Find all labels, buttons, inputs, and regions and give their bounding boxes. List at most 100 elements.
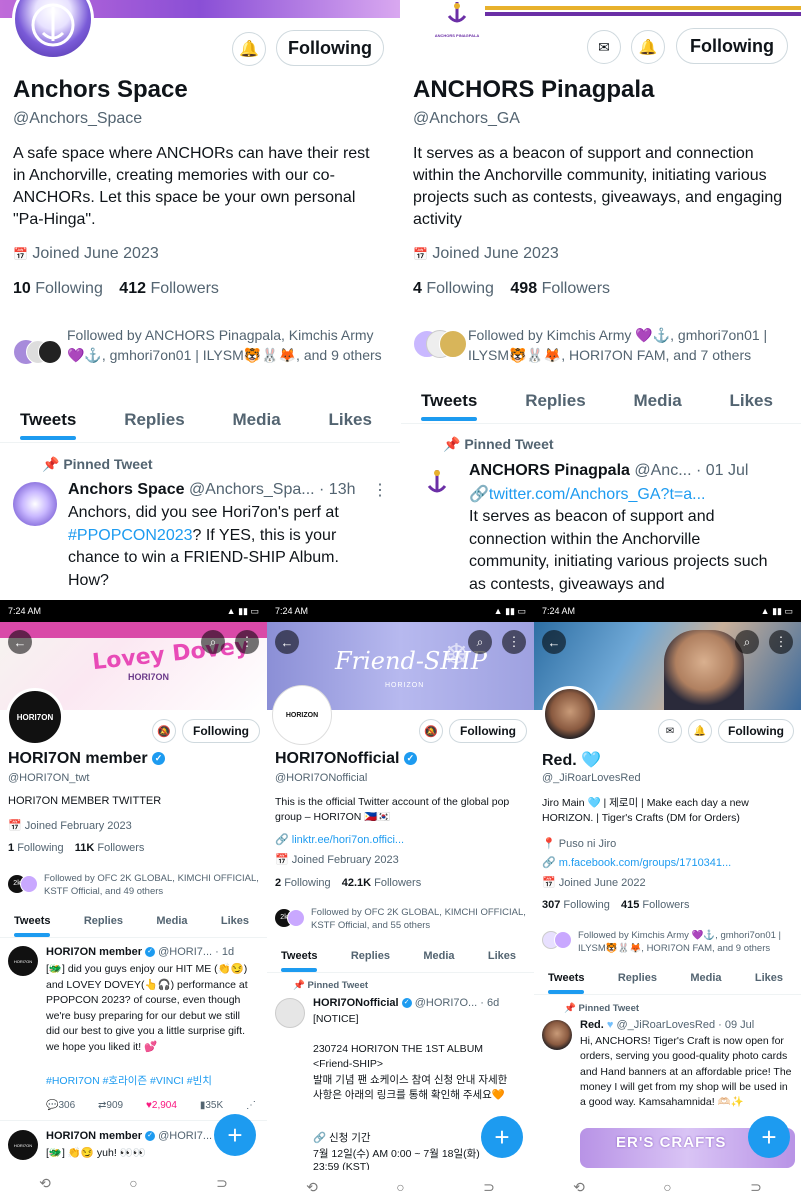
- notifications-bell-button[interactable]: 🔕: [152, 719, 176, 743]
- following-button[interactable]: Following: [182, 719, 260, 743]
- bell-muted-icon: 🔕: [157, 725, 171, 738]
- followed-by-text[interactable]: Followed by Kimchis Army 💜⚓, gmhori7on01…: [468, 325, 793, 365]
- compose-tweet-button[interactable]: +: [748, 1116, 790, 1158]
- back-button[interactable]: ←: [275, 630, 299, 654]
- blue-heart-icon: ♥: [606, 1019, 614, 1031]
- tweet-avatar[interactable]: [542, 1020, 572, 1050]
- followers-count[interactable]: 42.1K Followers: [342, 877, 422, 889]
- tab-tweets[interactable]: Tweets: [421, 391, 478, 421]
- tab-likes[interactable]: Likes: [221, 915, 249, 927]
- home-icon[interactable]: ○: [663, 1179, 671, 1195]
- notifications-bell-button[interactable]: 🔔: [232, 32, 266, 66]
- tab-likes[interactable]: Likes: [755, 972, 783, 984]
- back-button[interactable]: ←: [542, 630, 566, 654]
- following-button[interactable]: Following: [718, 719, 794, 743]
- tab-tweets[interactable]: Tweets: [281, 950, 318, 972]
- followed-by-text[interactable]: Followed by OFC 2K GLOBAL, KIMCHI OFFICI…: [311, 906, 529, 932]
- search-button[interactable]: ⌕: [468, 630, 492, 654]
- more-button[interactable]: ⋮: [235, 630, 259, 654]
- tab-media[interactable]: Media: [156, 915, 187, 927]
- profile-avatar[interactable]: [12, 0, 94, 60]
- home-icon[interactable]: ○: [129, 1175, 137, 1191]
- tweet-korean: 발매 기념 팬 쇼케이스 참여 신청 안내 자세한 사항은 아래의 링크를 통해…: [313, 1074, 508, 1101]
- search-button[interactable]: ⌕: [735, 630, 759, 654]
- home-icon[interactable]: ○: [396, 1179, 404, 1195]
- followed-by-text[interactable]: Followed by ANCHORS Pinagpala, Kimchis A…: [67, 325, 387, 365]
- following-count[interactable]: 307 Following: [542, 899, 610, 911]
- pinned-label: 📌 Pinned Tweet: [293, 980, 369, 991]
- tweet-avatar[interactable]: [417, 466, 457, 502]
- tab-media[interactable]: Media: [423, 950, 454, 962]
- following-count[interactable]: 2 Following: [275, 877, 331, 889]
- profile-avatar[interactable]: ANCHORS PINAGPALA: [429, 0, 485, 40]
- tab-replies[interactable]: Replies: [618, 972, 657, 984]
- more-button[interactable]: ⋮: [502, 630, 526, 654]
- tab-replies[interactable]: Replies: [124, 410, 184, 430]
- profile-link[interactable]: 🔗 m.facebook.com/groups/1710341...: [542, 856, 731, 869]
- tab-media[interactable]: Media: [690, 972, 721, 984]
- following-count[interactable]: 1 Following: [8, 842, 64, 854]
- followers-count[interactable]: 498 Followers: [510, 280, 610, 297]
- profile-link[interactable]: 🔗 linktr.ee/hori7on.offici...: [275, 833, 404, 846]
- notifications-bell-button[interactable]: 🔔: [631, 30, 665, 64]
- views-action[interactable]: ▮35K: [200, 1100, 223, 1111]
- recent-apps-icon[interactable]: ⟲: [306, 1179, 318, 1196]
- tab-media[interactable]: Media: [633, 391, 681, 411]
- recent-apps-icon[interactable]: ⟲: [573, 1179, 585, 1196]
- profile-avatar[interactable]: HORI7ON: [6, 688, 64, 746]
- back-nav-icon[interactable]: ⊃: [483, 1179, 495, 1196]
- tab-likes[interactable]: Likes: [729, 391, 772, 411]
- followed-by-text[interactable]: Followed by Kimchis Army 💜⚓, gmhori7on01…: [578, 929, 798, 955]
- banner-stripe-purple: [481, 12, 801, 16]
- tab-replies[interactable]: Replies: [84, 915, 123, 927]
- tab-likes[interactable]: Likes: [488, 950, 516, 962]
- compose-tweet-button[interactable]: +: [214, 1114, 256, 1156]
- verified-badge-icon: ✓: [145, 947, 156, 958]
- following-button[interactable]: Following: [276, 30, 384, 66]
- recent-apps-icon[interactable]: ⟲: [39, 1175, 51, 1192]
- following-button[interactable]: Following: [676, 28, 788, 64]
- followed-by-text[interactable]: Followed by OFC 2K GLOBAL, KIMCHI OFFICI…: [44, 872, 262, 898]
- reply-action[interactable]: 💬306: [46, 1100, 75, 1111]
- back-nav-icon[interactable]: ⊃: [216, 1175, 228, 1192]
- message-button[interactable]: ✉: [587, 30, 621, 64]
- notifications-bell-button[interactable]: 🔔: [688, 719, 712, 743]
- like-action[interactable]: ♥2,904: [146, 1100, 177, 1111]
- followers-count[interactable]: 412 Followers: [119, 280, 219, 297]
- tweet-avatar[interactable]: HORI7ON: [8, 946, 38, 976]
- profile-avatar[interactable]: HORIZON: [273, 686, 331, 744]
- tweet-album: 230724 HORI7ON THE 1ST ALBUM <Friend-SHI…: [313, 1043, 484, 1070]
- tab-likes[interactable]: Likes: [328, 410, 371, 430]
- tab-replies[interactable]: Replies: [525, 391, 585, 411]
- tweet-avatar[interactable]: [275, 998, 305, 1028]
- tweet-hashtags[interactable]: #HORI7ON #호라이즌 #VINCI #빈치: [46, 1073, 212, 1088]
- compose-tweet-button[interactable]: +: [481, 1116, 523, 1158]
- followers-count[interactable]: 11K Followers: [75, 842, 145, 854]
- reply-icon: 💬: [46, 1100, 59, 1111]
- tab-tweets[interactable]: Tweets: [14, 915, 51, 937]
- profile-avatar[interactable]: [542, 686, 598, 742]
- tab-tweets[interactable]: Tweets: [548, 972, 585, 994]
- tab-media[interactable]: Media: [232, 410, 280, 430]
- message-button[interactable]: ✉: [658, 719, 682, 743]
- search-button[interactable]: ⌕: [201, 630, 225, 654]
- tweet2-avatar[interactable]: HORI7ON: [8, 1130, 38, 1160]
- tab-tweets[interactable]: Tweets: [20, 410, 77, 440]
- back-button[interactable]: ←: [8, 630, 32, 654]
- tweet-avatar[interactable]: [13, 482, 57, 526]
- tab-replies[interactable]: Replies: [351, 950, 390, 962]
- more-button[interactable]: ⋮: [769, 630, 793, 654]
- notifications-bell-button[interactable]: 🔕: [419, 719, 443, 743]
- tabs-divider: [0, 442, 400, 443]
- tweet-more-icon[interactable]: ⋮: [372, 480, 388, 500]
- retweet-action[interactable]: ⇄909: [98, 1100, 123, 1111]
- tweet-link[interactable]: 🔗twitter.com/Anchors_GA?t=a...: [469, 484, 705, 504]
- following-count[interactable]: 10 Following: [13, 280, 103, 297]
- following-button[interactable]: Following: [449, 719, 527, 743]
- share-icon[interactable]: ⋰: [246, 1100, 256, 1111]
- following-count[interactable]: 4 Following: [413, 280, 494, 297]
- back-nav-icon[interactable]: ⊃: [750, 1179, 762, 1196]
- followers-count[interactable]: 415 Followers: [621, 899, 690, 911]
- hashtag-link[interactable]: #PPOPCON2023: [68, 527, 193, 544]
- plus-icon: +: [227, 1119, 243, 1150]
